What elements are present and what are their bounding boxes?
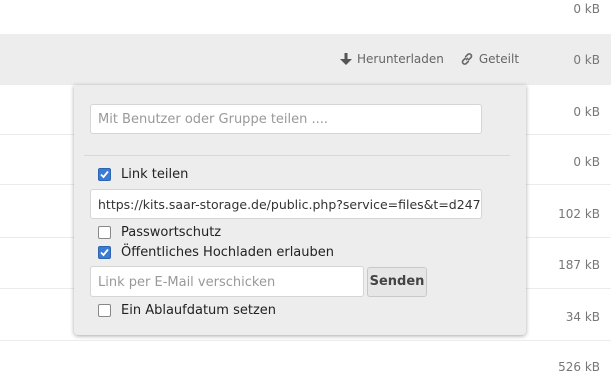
shared-label: Geteilt: [478, 52, 520, 66]
link-url-field[interactable]: https://kits.saar-storage.de/public.php?…: [90, 189, 482, 219]
download-icon: [340, 52, 352, 66]
email-placeholder: Link per E-Mail verschicken: [98, 275, 276, 290]
link-share-label: Link teilen: [121, 167, 189, 182]
file-row[interactable]: 0 kB: [0, 0, 611, 35]
expiration-label: Ein Ablaufdatum setzen: [121, 303, 277, 318]
file-size: 0 kB: [573, 105, 600, 119]
public-upload-checkbox[interactable]: Öffentliches Hochladen erlauben: [98, 245, 334, 260]
file-size: 102 kB: [558, 207, 600, 221]
file-size: 34 kB: [565, 310, 600, 324]
file-row-selected[interactable]: Herunterladen Geteilt 0 kB: [0, 35, 611, 85]
link-share-checkbox[interactable]: Link teilen: [98, 167, 188, 182]
checkbox-unchecked-icon: [98, 304, 111, 317]
shared-action[interactable]: Geteilt: [460, 52, 519, 66]
download-label: Herunterladen: [357, 52, 444, 66]
checkbox-checked-icon: [98, 168, 111, 181]
email-input[interactable]: Link per E-Mail verschicken: [90, 266, 364, 297]
file-size: 0 kB: [573, 53, 600, 67]
checkbox-unchecked-icon: [98, 226, 111, 239]
link-url-value: https://kits.saar-storage.de/public.php?…: [98, 197, 482, 212]
expiration-checkbox[interactable]: Ein Ablaufdatum setzen: [98, 303, 276, 318]
share-dropdown: Mit Benutzer oder Gruppe teilen .... Lin…: [74, 85, 526, 335]
share-with-placeholder: Mit Benutzer oder Gruppe teilen ....: [98, 112, 329, 127]
divider: [84, 155, 510, 156]
file-size: 187 kB: [558, 258, 600, 272]
file-row[interactable]: 526 kB: [0, 341, 611, 382]
password-protect-checkbox[interactable]: Passwortschutz: [98, 225, 221, 240]
file-size: 0 kB: [573, 155, 600, 169]
share-with-input[interactable]: Mit Benutzer oder Gruppe teilen ....: [90, 104, 482, 134]
file-size: 0 kB: [573, 2, 600, 16]
download-action[interactable]: Herunterladen: [340, 52, 444, 66]
row-actions: Herunterladen Geteilt: [340, 52, 519, 66]
link-icon: [460, 52, 474, 66]
checkbox-checked-icon: [98, 246, 111, 259]
password-protect-label: Passwortschutz: [121, 225, 222, 240]
send-button[interactable]: Senden: [367, 267, 427, 297]
file-size: 526 kB: [558, 360, 600, 374]
public-upload-label: Öffentliches Hochladen erlauben: [121, 245, 335, 260]
